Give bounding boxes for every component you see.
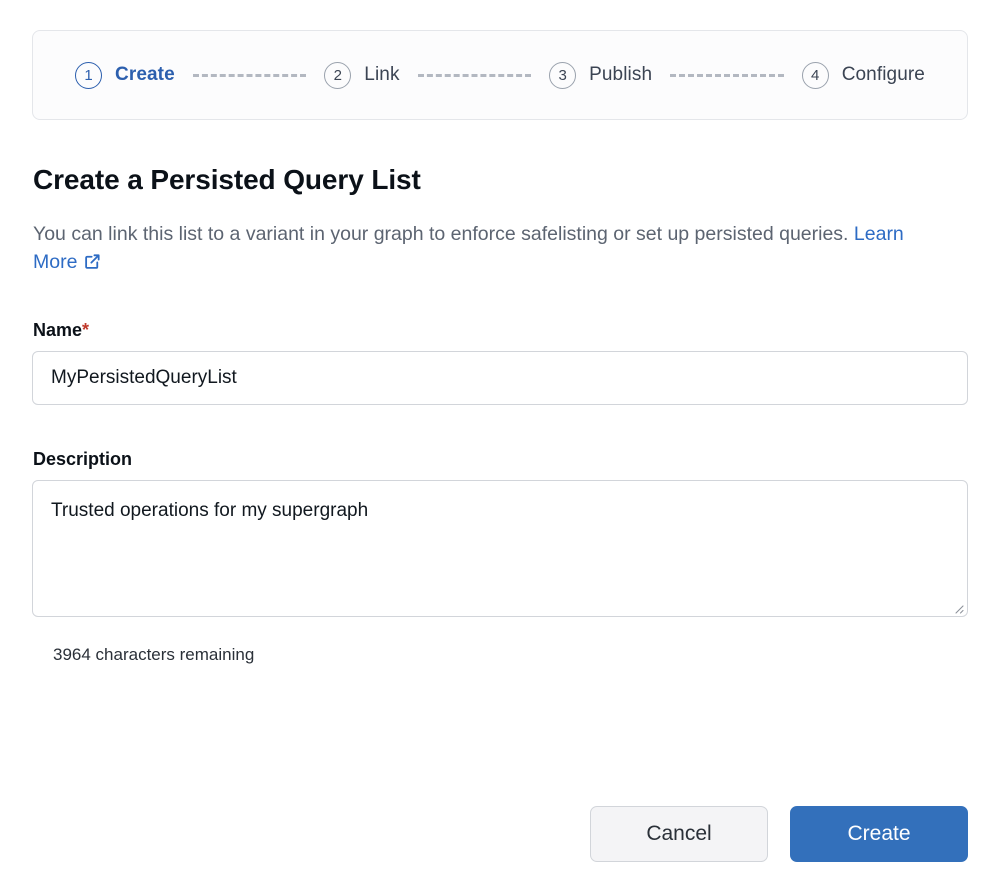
description-field-label: Description <box>33 449 968 470</box>
step-number-circle-4: 4 <box>802 62 829 89</box>
stepper-step-create[interactable]: 1 Create <box>75 62 175 89</box>
step-label-publish: Publish <box>589 64 652 86</box>
stepper-step-link[interactable]: 2 Link <box>324 62 399 89</box>
step-label-link: Link <box>364 64 399 86</box>
step-number-circle-1: 1 <box>75 62 102 89</box>
description-textarea-wrapper <box>32 480 968 617</box>
description-textarea[interactable] <box>32 480 968 617</box>
page-description: You can link this list to a variant in y… <box>33 221 933 276</box>
create-persisted-query-list-page: 1 Create 2 Link 3 Publish 4 Configure Cr… <box>0 0 1000 888</box>
progress-stepper: 1 Create 2 Link 3 Publish 4 Configure <box>32 30 968 120</box>
step-label-configure: Configure <box>842 64 925 86</box>
form-actions: Cancel Create <box>590 806 968 862</box>
stepper-connector-3 <box>670 74 784 77</box>
required-asterisk: * <box>82 320 89 340</box>
page-title: Create a Persisted Query List <box>33 164 968 196</box>
stepper-connector-2 <box>418 74 532 77</box>
stepper-step-publish[interactable]: 3 Publish <box>549 62 652 89</box>
step-label-create: Create <box>115 64 175 86</box>
page-description-text: You can link this list to a variant in y… <box>33 223 848 245</box>
create-button[interactable]: Create <box>790 806 968 862</box>
name-field-label: Name* <box>33 320 968 341</box>
cancel-button[interactable]: Cancel <box>590 806 768 862</box>
step-number-circle-3: 3 <box>549 62 576 89</box>
stepper-connector-1 <box>193 74 307 77</box>
name-label-text: Name <box>33 320 82 340</box>
stepper-step-configure[interactable]: 4 Configure <box>802 62 925 89</box>
name-input[interactable] <box>32 351 968 405</box>
external-link-icon[interactable] <box>84 251 101 268</box>
step-number-circle-2: 2 <box>324 62 351 89</box>
character-counter: 3964 characters remaining <box>53 645 968 665</box>
